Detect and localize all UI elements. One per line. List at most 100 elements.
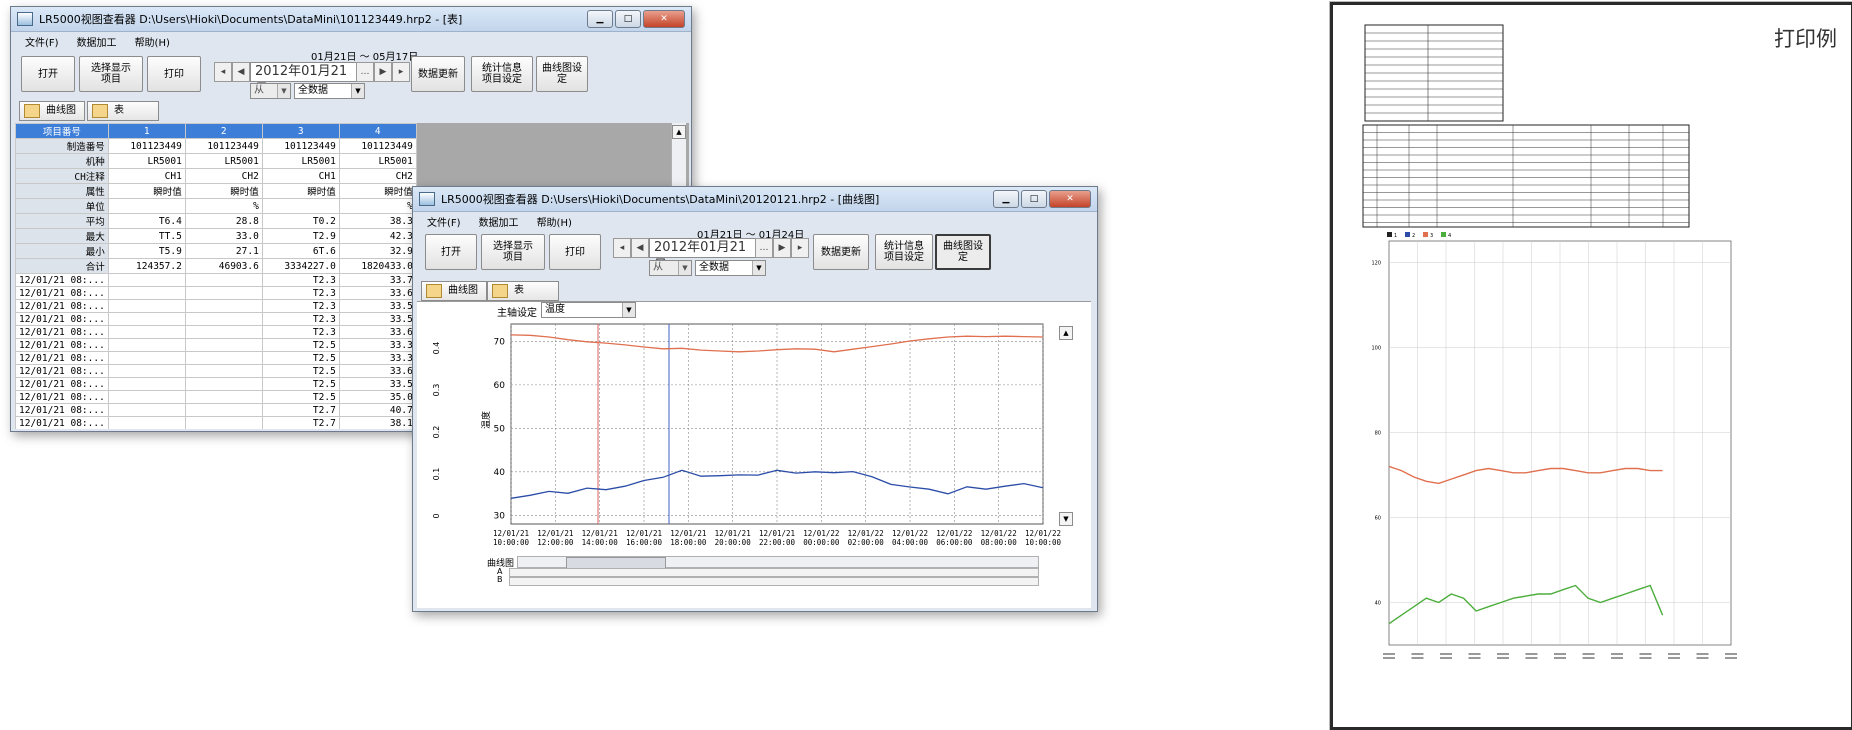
table-cell[interactable]: T0.2 bbox=[261, 213, 340, 229]
table-cell[interactable]: 33.0 bbox=[184, 228, 263, 244]
table-cell[interactable]: 28.8 bbox=[184, 213, 263, 229]
table-cell[interactable] bbox=[107, 299, 186, 313]
table-cell[interactable]: LR5001 bbox=[107, 153, 186, 169]
table-cell[interactable] bbox=[184, 390, 263, 404]
table-cell[interactable]: 33.6 bbox=[338, 364, 417, 378]
table-cell[interactable]: 6T.6 bbox=[261, 243, 340, 259]
next-page-icon[interactable]: ▶ bbox=[374, 62, 392, 82]
stats-settings-button[interactable]: 统计信息 项目设定 bbox=[471, 56, 533, 92]
table-cell[interactable]: CH2 bbox=[184, 168, 263, 184]
table-cell[interactable] bbox=[107, 364, 186, 378]
table-cell[interactable] bbox=[107, 325, 186, 339]
row-label-cell[interactable]: 属性 bbox=[15, 183, 109, 199]
table-cell[interactable]: 124357.2 bbox=[107, 258, 186, 274]
row-label-cell[interactable]: 制造番号 bbox=[15, 138, 109, 154]
print-button[interactable]: 打印 bbox=[549, 234, 601, 270]
row-label-cell[interactable]: 最大 bbox=[15, 228, 109, 244]
menu-data-process[interactable]: 数据加工 bbox=[479, 214, 519, 229]
table-cell[interactable]: T2.5 bbox=[261, 390, 340, 404]
date-field[interactable]: 2012年01月21日 bbox=[250, 62, 360, 97]
row-label-cell[interactable]: 12/01/21 08:... bbox=[15, 377, 109, 391]
close-button[interactable]: ✕ bbox=[643, 10, 685, 28]
table-cell[interactable]: T2.3 bbox=[261, 312, 340, 326]
close-button[interactable]: ✕ bbox=[1049, 190, 1091, 208]
table-cell[interactable]: T2.5 bbox=[261, 338, 340, 352]
date-picker-icon[interactable]: … bbox=[755, 238, 773, 258]
table-cell[interactable]: 35.0 bbox=[338, 390, 417, 404]
curve-settings-button[interactable]: 曲线图设 定 bbox=[536, 56, 588, 92]
table-cell[interactable]: 瞬时值 bbox=[261, 183, 340, 199]
row-label-cell[interactable]: 12/01/21 08:... bbox=[15, 390, 109, 404]
table-cell[interactable]: T2.5 bbox=[261, 351, 340, 365]
cursor-a-slider[interactable] bbox=[509, 568, 1039, 577]
table-cell[interactable]: CH1 bbox=[107, 168, 186, 184]
row-label-cell[interactable]: 12/01/21 08:... bbox=[15, 338, 109, 352]
table-cell[interactable] bbox=[107, 312, 186, 326]
row-label-cell[interactable]: 12/01/21 08:... bbox=[15, 351, 109, 365]
table-cell[interactable]: TT.5 bbox=[107, 228, 186, 244]
table-cell[interactable]: T2.7 bbox=[261, 403, 340, 417]
table-cell[interactable]: 32.9 bbox=[338, 243, 417, 259]
table-cell[interactable]: 3 bbox=[261, 123, 340, 139]
first-page-icon[interactable]: ◂ bbox=[214, 62, 232, 82]
table-cell[interactable]: T2.3 bbox=[261, 325, 340, 339]
table-cell[interactable]: T6.4 bbox=[107, 213, 186, 229]
menu-file[interactable]: 文件(F) bbox=[427, 214, 461, 229]
row-label-cell[interactable]: 12/01/21 08:... bbox=[15, 299, 109, 313]
table-cell[interactable] bbox=[184, 377, 263, 391]
scroll-up-icon[interactable]: ▲ bbox=[672, 125, 686, 139]
table-cell[interactable]: 33.6 bbox=[338, 286, 417, 300]
open-button[interactable]: 打开 bbox=[425, 234, 477, 270]
table-cell[interactable] bbox=[184, 351, 263, 365]
tab-curve[interactable]: 曲线图 bbox=[19, 101, 85, 121]
table-cell[interactable] bbox=[107, 338, 186, 352]
table-cell[interactable]: T2.3 bbox=[261, 273, 340, 287]
select-items-button[interactable]: 选择显示 项目 bbox=[79, 56, 143, 92]
date-picker-icon[interactable]: … bbox=[356, 62, 374, 82]
table-cell[interactable] bbox=[107, 351, 186, 365]
table-cell[interactable]: 40.7 bbox=[338, 403, 417, 417]
table-cell[interactable]: 101123449 bbox=[184, 138, 263, 154]
table-cell[interactable] bbox=[107, 377, 186, 391]
table-cell[interactable] bbox=[184, 416, 263, 429]
table-cell[interactable] bbox=[184, 286, 263, 300]
table-cell[interactable]: 101123449 bbox=[338, 138, 417, 154]
table-cell[interactable]: 27.1 bbox=[184, 243, 263, 259]
row-label-cell[interactable]: 12/01/21 08:... bbox=[15, 416, 109, 429]
table-cell[interactable]: T2.5 bbox=[261, 377, 340, 391]
table-cell[interactable]: 33.5 bbox=[338, 312, 417, 326]
tab-table[interactable]: 表 bbox=[87, 101, 159, 121]
prev-page-icon[interactable]: ◀ bbox=[631, 238, 649, 258]
last-page-icon[interactable]: ▸ bbox=[392, 62, 410, 82]
table-cell[interactable]: 瞬时值 bbox=[107, 183, 186, 199]
maximize-button[interactable]: □ bbox=[615, 10, 641, 28]
from-select[interactable]: 从 ▼ bbox=[649, 260, 692, 276]
table-cell[interactable] bbox=[184, 403, 263, 417]
minimize-button[interactable]: ▁ bbox=[993, 190, 1019, 208]
tab-curve[interactable]: 曲线图 bbox=[421, 281, 487, 301]
row-label-cell[interactable]: 机种 bbox=[15, 153, 109, 169]
refresh-data-button[interactable]: 数据更新 bbox=[411, 56, 465, 92]
table-cell[interactable]: T2.5 bbox=[261, 364, 340, 378]
table-cell[interactable]: 33.3 bbox=[338, 338, 417, 352]
chart-scroll-up-icon[interactable]: ▲ bbox=[1059, 326, 1073, 340]
table-cell[interactable]: T2.3 bbox=[261, 286, 340, 300]
first-page-icon[interactable]: ◂ bbox=[613, 238, 631, 258]
table-cell[interactable] bbox=[261, 198, 340, 214]
table-cell[interactable]: 4 bbox=[338, 123, 417, 139]
row-label-cell[interactable]: 12/01/21 08:... bbox=[15, 273, 109, 287]
curve-settings-button[interactable]: 曲线图设 定 bbox=[935, 234, 991, 270]
table-cell[interactable]: 33.3 bbox=[338, 351, 417, 365]
menu-file[interactable]: 文件(F) bbox=[25, 34, 59, 49]
table-cell[interactable]: 3334227.0 bbox=[261, 258, 340, 274]
table-cell[interactable] bbox=[184, 364, 263, 378]
menu-help[interactable]: 帮助(H) bbox=[135, 34, 170, 49]
row-label-cell[interactable]: 12/01/21 08:... bbox=[15, 325, 109, 339]
row-label-cell[interactable]: 最小 bbox=[15, 243, 109, 259]
horizontal-scrollbar[interactable] bbox=[517, 556, 1039, 569]
table-cell[interactable]: 瞬时值 bbox=[184, 183, 263, 199]
chart-scroll-down-icon[interactable]: ▼ bbox=[1059, 512, 1073, 526]
table-cell[interactable] bbox=[184, 325, 263, 339]
table-cell[interactable] bbox=[184, 338, 263, 352]
row-label-cell[interactable]: 平均 bbox=[15, 213, 109, 229]
